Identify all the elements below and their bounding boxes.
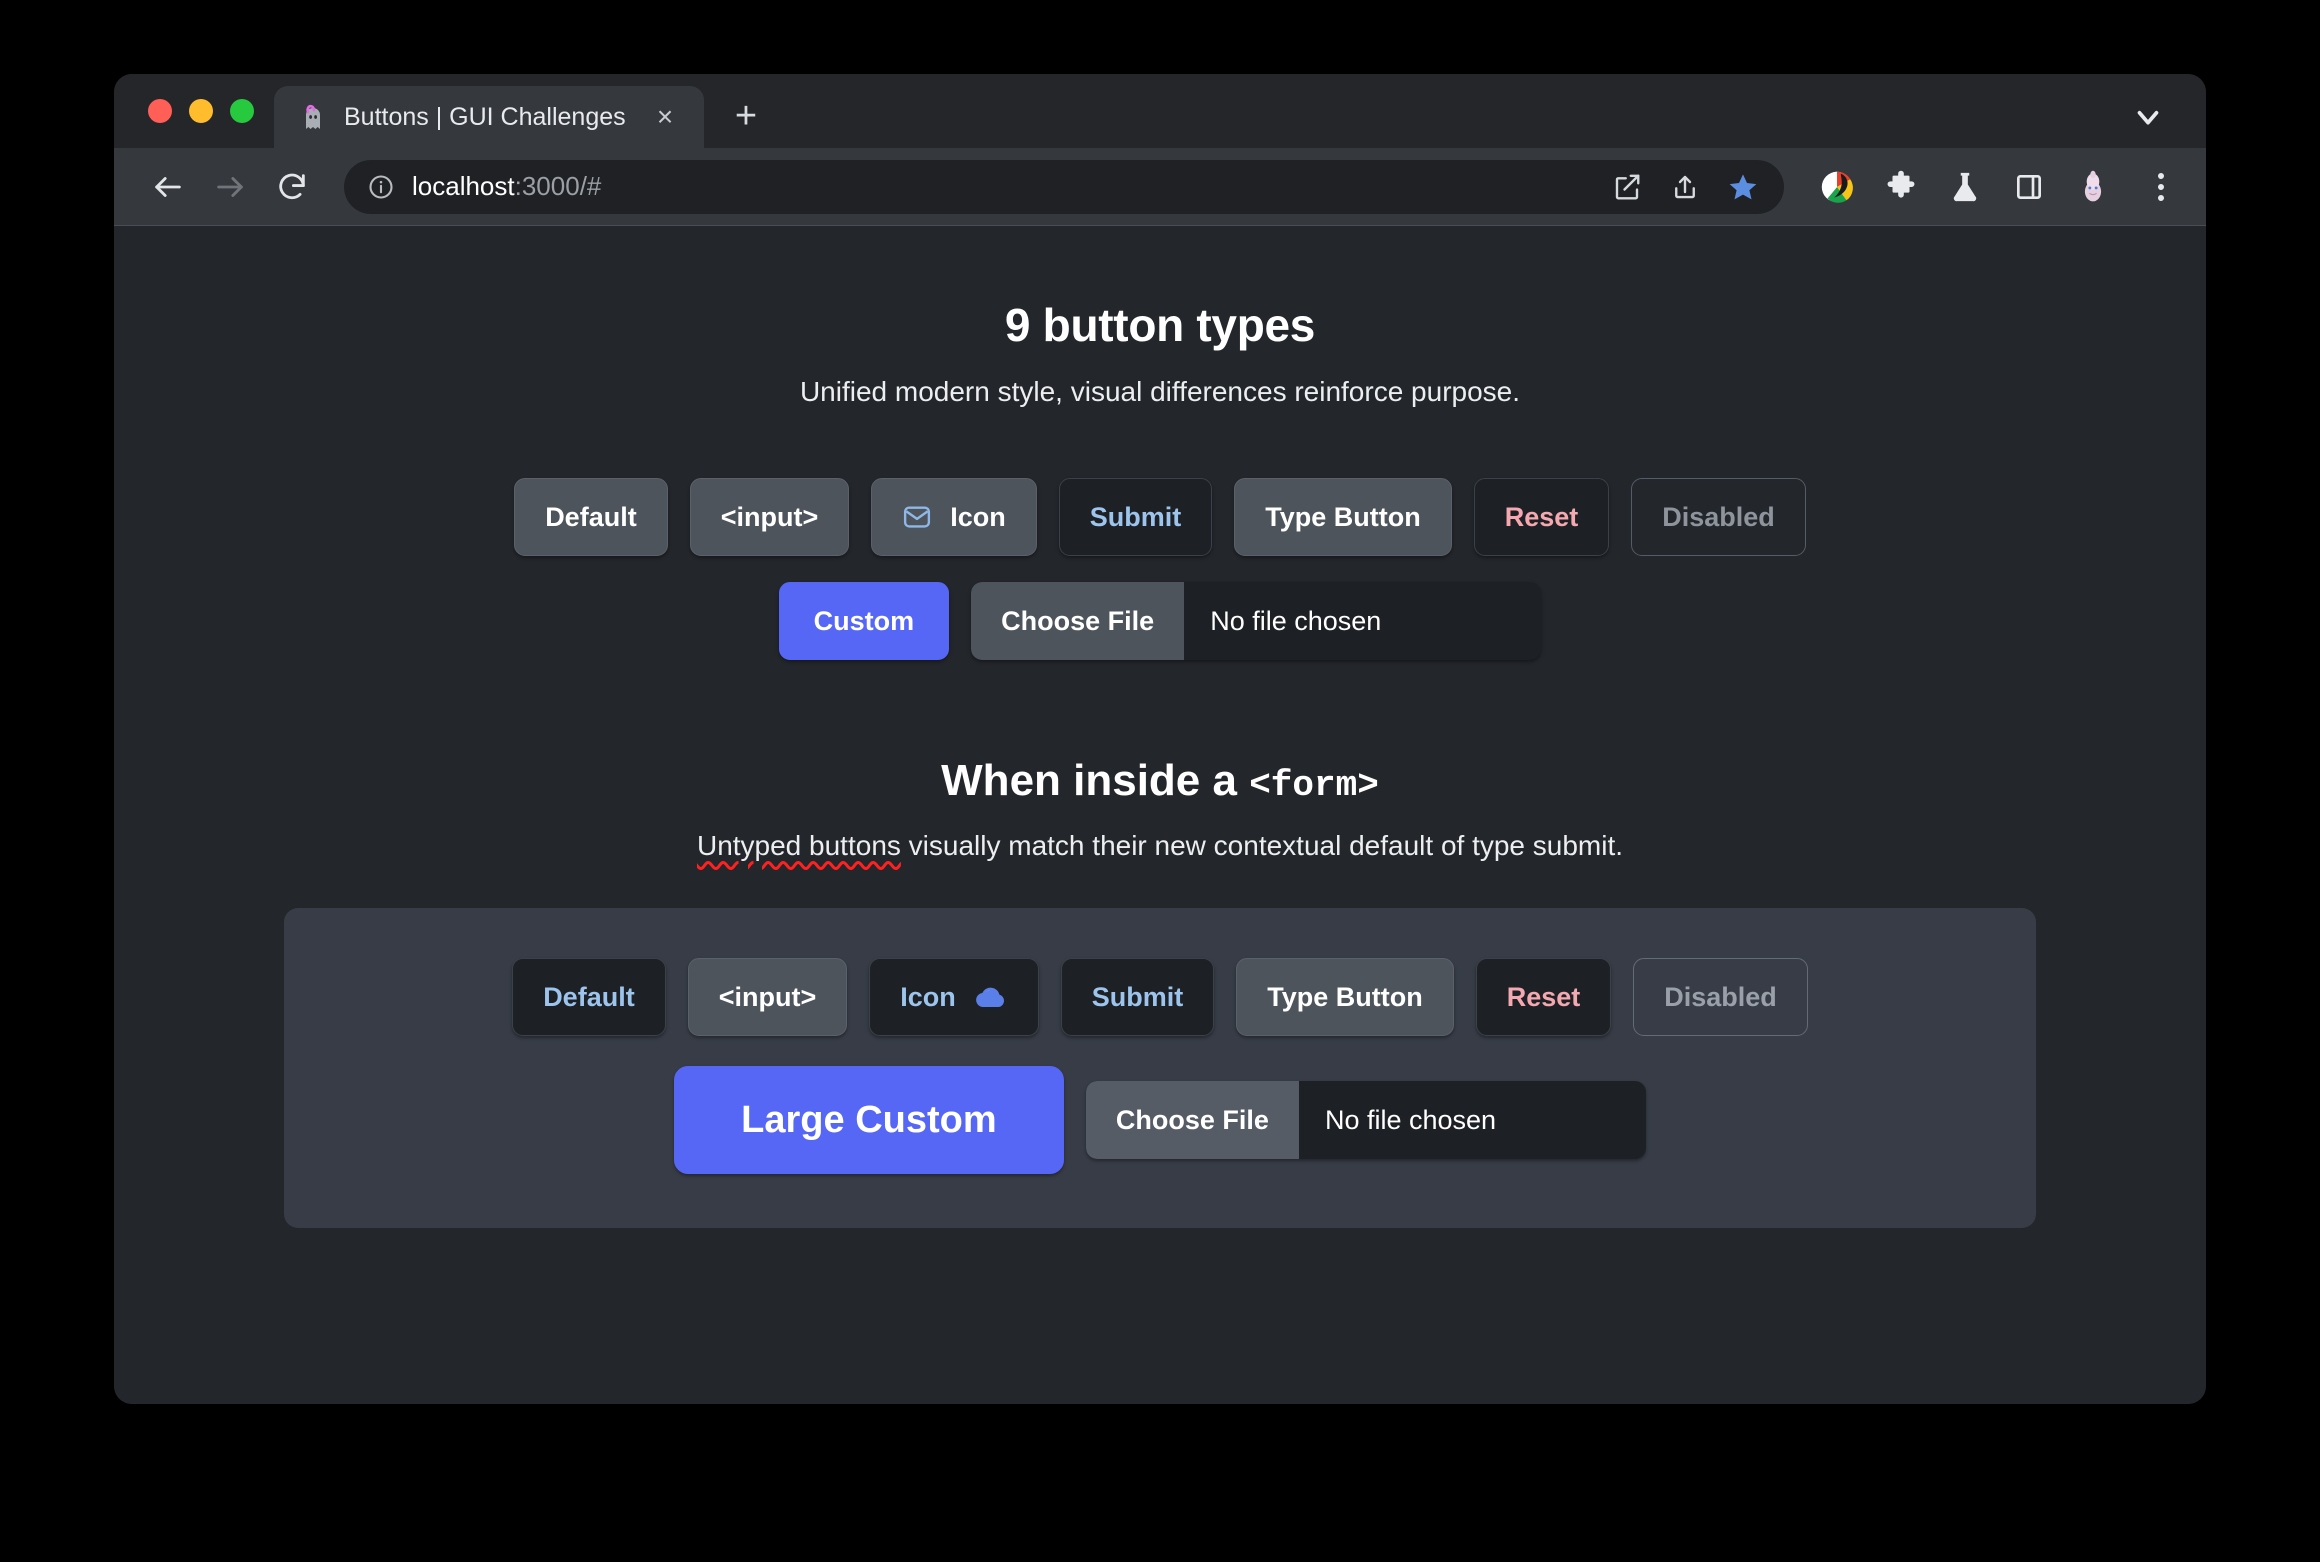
url-path: :3000/# <box>514 171 602 201</box>
large-custom-button[interactable]: Large Custom <box>673 1066 1064 1174</box>
tab-title: Buttons | GUI Challenges <box>344 102 626 131</box>
submit-button[interactable]: Submit <box>1058 478 1213 556</box>
button-label: <input> <box>720 501 819 532</box>
button-label: Disabled <box>1662 501 1775 532</box>
back-arrow-icon[interactable] <box>140 159 196 215</box>
file-input[interactable]: Choose File No file chosen <box>971 582 1542 660</box>
page-title: 9 button types <box>1004 299 1316 351</box>
button-label: Disabled <box>1664 981 1777 1012</box>
reload-icon[interactable] <box>264 159 320 215</box>
disabled-button: Disabled <box>1631 478 1806 556</box>
button-label: Default <box>545 501 637 532</box>
button-label: Type Button <box>1267 981 1423 1012</box>
maximize-window-button[interactable] <box>230 99 254 123</box>
form-submit-button[interactable]: Submit <box>1060 958 1215 1036</box>
form-section-title-text: When inside a <box>941 756 1250 805</box>
input-button[interactable]: <input> <box>689 478 850 556</box>
button-label: Submit <box>1091 981 1184 1012</box>
button-label: Reset <box>1506 981 1581 1012</box>
form-input-button[interactable]: <input> <box>687 958 848 1036</box>
site-info-icon[interactable] <box>366 172 396 202</box>
profile-avatar-icon[interactable] <box>2070 164 2116 210</box>
close-window-button[interactable] <box>148 99 172 123</box>
choose-file-button[interactable]: Choose File <box>971 582 1185 660</box>
puzzle-extension-icon[interactable] <box>1878 164 1924 210</box>
url-host: localhost <box>412 171 515 201</box>
new-tab-button[interactable]: + <box>718 88 774 144</box>
type-button[interactable]: Type Button <box>1234 478 1452 556</box>
tab-strip: Buttons | GUI Challenges × + <box>114 74 2206 148</box>
open-external-icon[interactable] <box>1606 166 1648 208</box>
form-disabled-button: Disabled <box>1633 958 1808 1036</box>
file-status-label: No file chosen <box>1210 605 1382 636</box>
form-file-status-label: No file chosen <box>1324 1104 1497 1135</box>
form-file-input[interactable]: Choose File No file chosen <box>1085 1081 1647 1159</box>
cloud-icon <box>974 983 1008 1011</box>
button-label: Large Custom <box>741 1098 997 1141</box>
address-bar[interactable]: localhost:3000/# <box>344 159 1784 214</box>
browser-tab[interactable]: Buttons | GUI Challenges × <box>274 86 704 148</box>
browser-window: Buttons | GUI Challenges × + localhost:3… <box>114 74 2206 1404</box>
form-section-subtitle: Untyped buttons visually match their new… <box>114 830 2206 862</box>
form-icon-button[interactable]: Icon <box>869 958 1039 1036</box>
button-label: Icon <box>950 501 1006 532</box>
kebab-menu-icon[interactable] <box>2138 164 2184 210</box>
form-section-subtitle-rest: visually match their new contextual defa… <box>900 830 1624 861</box>
form-button-row-secondary: Large Custom Choose File No file chosen <box>314 1066 2006 1174</box>
forward-arrow-icon[interactable] <box>202 159 258 215</box>
side-panel-icon[interactable] <box>2006 164 2052 210</box>
button-label: Custom <box>813 605 915 636</box>
custom-button[interactable]: Custom <box>778 582 950 660</box>
button-label: Submit <box>1089 501 1182 532</box>
button-row-primary: Default <input> Icon Submit Type Button <box>114 478 2206 556</box>
default-button[interactable]: Default <box>514 478 668 556</box>
form-choose-file-button[interactable]: Choose File <box>1085 1081 1299 1159</box>
form-reset-button[interactable]: Reset <box>1475 958 1612 1036</box>
form-type-button[interactable]: Type Button <box>1236 958 1454 1036</box>
form-section-title: When inside a <form> <box>114 756 2206 806</box>
flask-labs-icon[interactable] <box>1942 164 1988 210</box>
share-icon[interactable] <box>1664 166 1706 208</box>
window-controls <box>114 74 274 148</box>
browser-toolbar: localhost:3000/# <box>114 148 2206 226</box>
form-container: Default <input> Icon Submit Type Button … <box>284 908 2036 1228</box>
button-label: Icon <box>900 981 956 1012</box>
minimize-window-button[interactable] <box>189 99 213 123</box>
button-row-secondary: Custom Choose File No file chosen <box>114 582 2206 660</box>
extension-icons <box>1804 164 2184 210</box>
button-label: Type Button <box>1265 501 1421 532</box>
icon-button[interactable]: Icon <box>871 478 1037 556</box>
reset-button[interactable]: Reset <box>1473 478 1610 556</box>
url-text: localhost:3000/# <box>412 171 601 202</box>
envelope-icon <box>902 502 932 532</box>
page-subtitle: Unified modern style, visual differences… <box>799 376 1521 407</box>
form-button-row-primary: Default <input> Icon Submit Type Button … <box>314 958 2006 1036</box>
page-viewport: 9 button types Unified modern style, vis… <box>114 226 2206 1404</box>
button-label: Reset <box>1504 501 1579 532</box>
chevron-down-icon[interactable] <box>2118 86 2178 148</box>
button-label: Default <box>543 981 635 1012</box>
form-default-button[interactable]: Default <box>512 958 666 1036</box>
form-tag-code: <form> <box>1249 765 1379 806</box>
close-tab-button[interactable]: × <box>648 100 682 134</box>
address-bar-actions <box>1606 166 1770 208</box>
ghost-icon <box>298 102 328 132</box>
bookmark-star-icon[interactable] <box>1722 166 1764 208</box>
spellcheck-misspelling: Untyped buttons <box>696 830 901 861</box>
button-label: <input> <box>718 981 817 1012</box>
color-wheel-extension-icon[interactable] <box>1814 164 1860 210</box>
